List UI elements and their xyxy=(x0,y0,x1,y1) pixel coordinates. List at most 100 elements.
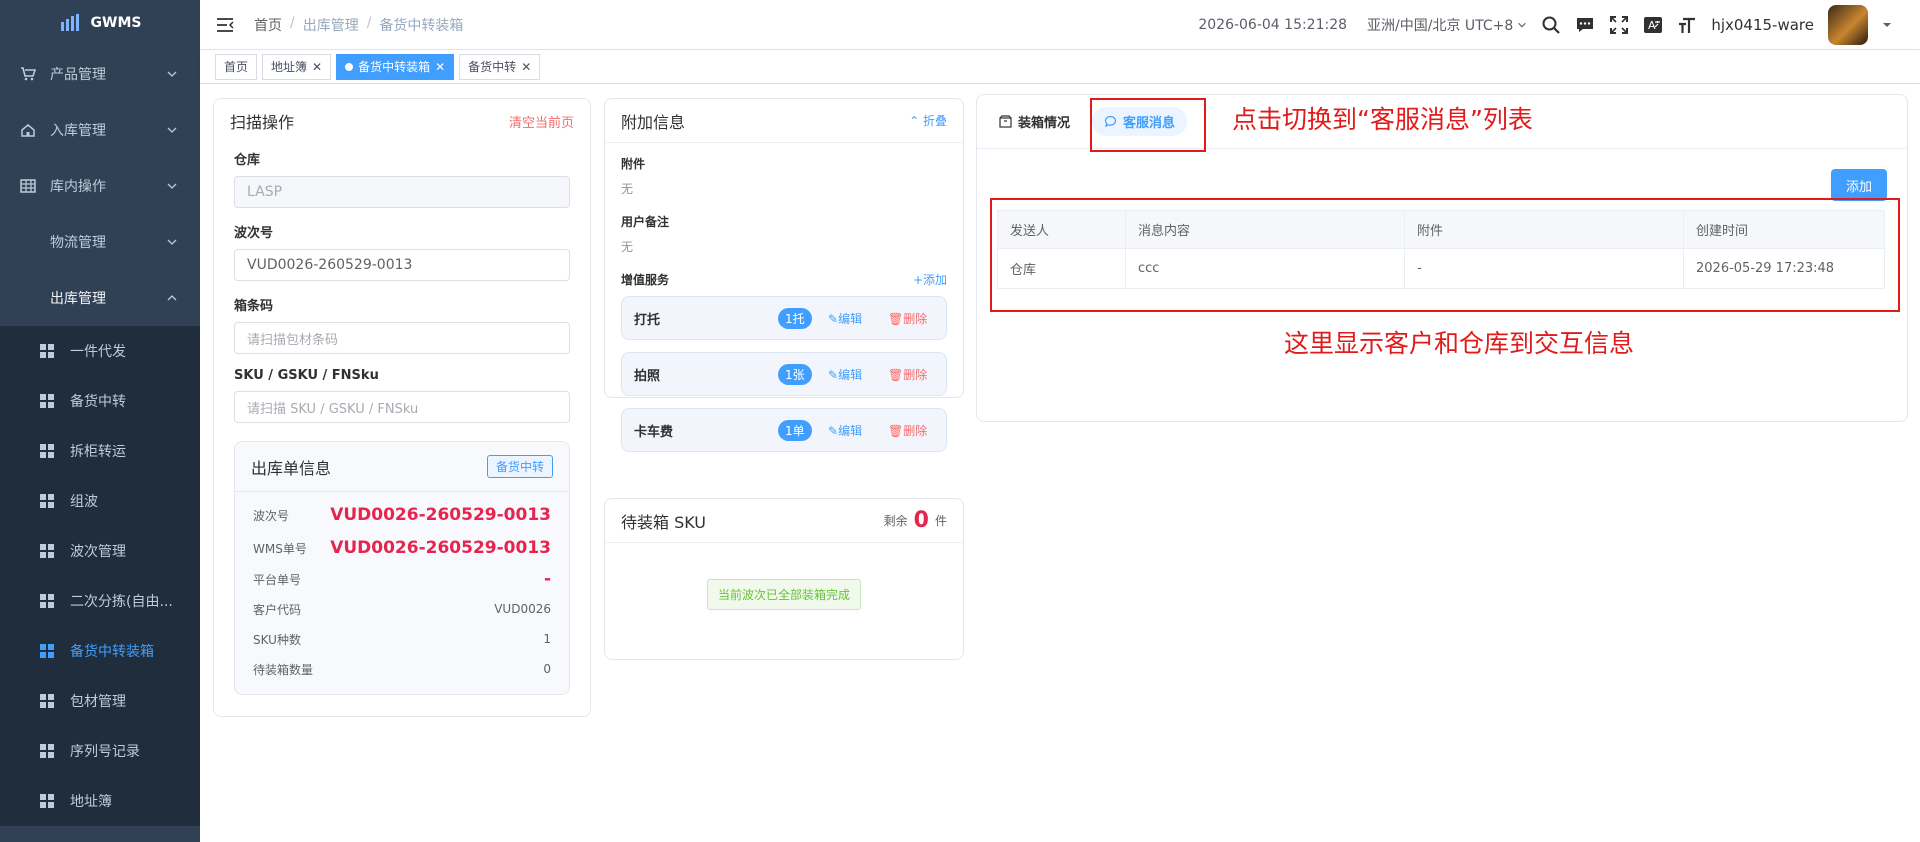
sidebar-item-address-book[interactable]: 地址簿 xyxy=(0,776,200,826)
close-icon[interactable]: ✕ xyxy=(521,60,531,74)
sidebar-item-dropship[interactable]: 一件代发 xyxy=(0,326,200,376)
tag-address-book[interactable]: 地址簿 ✕ xyxy=(262,53,332,80)
menu-label: 物流管理 xyxy=(50,235,106,251)
delete-label: 删除 xyxy=(903,367,928,382)
tab-packing-status[interactable]: 装箱情况 xyxy=(999,112,1070,131)
info-value: 1 xyxy=(543,632,551,646)
remaining-count: 剩余 0 件 xyxy=(884,508,947,533)
info-row: 平台单号 - xyxy=(235,564,569,594)
close-icon[interactable]: ✕ xyxy=(312,60,322,74)
clear-page-link[interactable]: 清空当前页 xyxy=(509,112,574,131)
delete-link[interactable]: 🗑删除 xyxy=(888,310,927,327)
sidebar-item-stock-transfer[interactable]: 备货中转 xyxy=(0,376,200,426)
edit-label: 编辑 xyxy=(838,311,863,326)
wave-input[interactable]: VUD0026-260529-0013 xyxy=(234,249,570,281)
avatar[interactable] xyxy=(1828,5,1868,45)
sub-item-label: 组波 xyxy=(70,494,98,510)
logo-icon xyxy=(60,14,79,31)
sku-label: SKU / GSKU / FNSku xyxy=(234,368,379,383)
sidebar-item-serial-records[interactable]: 序列号记录 xyxy=(0,726,200,776)
pending-sku-title: 待装箱 SKU xyxy=(621,512,707,532)
wave-label: 波次号 xyxy=(234,226,274,241)
grid-icon xyxy=(40,744,54,758)
menu-inbound[interactable]: 入库管理 xyxy=(0,102,200,158)
main-content: 扫描操作 清空当前页 仓库 LASP 波次号 VUD0026-260529-00… xyxy=(200,84,1920,842)
breadcrumb: 首页 / 出库管理 / 备货中转装箱 xyxy=(254,15,463,35)
search-icon[interactable] xyxy=(1541,15,1561,35)
pending-sku-card: 待装箱 SKU 剩余 0 件 当前波次已全部装箱完成 xyxy=(604,498,964,660)
menu-inventory[interactable]: 库内操作 xyxy=(0,158,200,214)
font-size-icon[interactable] xyxy=(1677,15,1697,35)
chevron-down-icon xyxy=(167,127,177,133)
delete-link[interactable]: 🗑删除 xyxy=(888,422,927,439)
sidebar-item-secondary-sort[interactable]: 二次分拣(自由... xyxy=(0,576,200,626)
delete-label: 删除 xyxy=(903,423,928,438)
sidebar-item-wave-management[interactable]: 波次管理 xyxy=(0,526,200,576)
menu-label: 出库管理 xyxy=(50,291,106,307)
sub-item-label: 序列号记录 xyxy=(70,744,140,760)
datetime: 2026-06-04 15:21:28 xyxy=(1198,17,1348,33)
username[interactable]: hjx0415-ware xyxy=(1711,16,1814,34)
sidebar: GWMS 产品管理 入库管理 库内操作 物流管理 出库管理 一件代发 备货中转 … xyxy=(0,0,200,842)
chevron-up-icon: ⌃ xyxy=(909,114,923,128)
sidebar-item-packaging[interactable]: 包材管理 xyxy=(0,676,200,726)
sidebar-item-devanning[interactable]: 拆柜转运 xyxy=(0,426,200,476)
edit-label: 编辑 xyxy=(838,367,863,382)
grid-icon xyxy=(40,344,54,358)
menu-logistics[interactable]: 物流管理 xyxy=(0,214,200,270)
breadcrumb-separator: / xyxy=(366,14,372,31)
cart-icon xyxy=(20,66,36,82)
tag-transfer-packing[interactable]: 备货中转装箱 ✕ xyxy=(336,53,455,80)
grid-icon xyxy=(20,290,36,306)
info-value: VUD0026-260529-0013 xyxy=(330,505,551,525)
message-icon[interactable] xyxy=(1575,15,1595,35)
sub-item-label: 备货中转 xyxy=(70,394,126,410)
sidebar-item-wave-group[interactable]: 组波 xyxy=(0,476,200,526)
outbound-info-title: 出库单信息 xyxy=(251,458,332,478)
add-message-button[interactable]: 添加 xyxy=(1830,169,1887,201)
tag-stock-transfer[interactable]: 备货中转 ✕ xyxy=(459,53,541,80)
chevron-down-icon xyxy=(167,183,177,189)
language-icon[interactable]: A xyxy=(1643,15,1663,35)
delete-link[interactable]: 🗑删除 xyxy=(888,366,927,383)
sub-item-label: 拆柜转运 xyxy=(70,444,126,460)
breadcrumb-separator: / xyxy=(290,14,295,31)
pending-sku-header: 待装箱 SKU 剩余 0 件 xyxy=(605,499,963,543)
menu-outbound[interactable]: 出库管理 xyxy=(0,270,200,326)
info-key: 平台单号 xyxy=(253,572,302,587)
attachment-value: 无 xyxy=(621,182,634,196)
add-service-link[interactable]: +添加 xyxy=(913,271,947,288)
tag-label: 首页 xyxy=(224,60,249,74)
trash-icon: 🗑 xyxy=(888,367,904,382)
timezone-select[interactable]: 亚洲/中国/北京 UTC+8 xyxy=(1367,15,1527,35)
tag-home[interactable]: 首页 xyxy=(215,53,258,80)
edit-link[interactable]: ✎编辑 xyxy=(828,422,862,439)
grid-icon xyxy=(40,594,54,608)
sku-input[interactable]: 请扫描 SKU / GSKU / FNSku xyxy=(234,391,570,423)
menu-product[interactable]: 产品管理 xyxy=(0,46,200,102)
hamburger-icon[interactable] xyxy=(216,17,234,33)
menu-label: 产品管理 xyxy=(50,67,106,83)
chevron-up-icon xyxy=(167,295,177,301)
info-key: 待装箱数量 xyxy=(253,662,314,677)
box-icon xyxy=(999,115,1012,128)
tab-label: 装箱情况 xyxy=(1018,116,1071,131)
edit-icon: ✎ xyxy=(828,311,839,326)
tag-label: 地址簿 xyxy=(271,60,308,74)
edit-link[interactable]: ✎编辑 xyxy=(828,366,862,383)
box-barcode-input[interactable]: 请扫描包材条码 xyxy=(234,322,570,354)
breadcrumb-home[interactable]: 首页 xyxy=(254,15,282,35)
fold-link[interactable]: ⌃ 折叠 xyxy=(909,112,947,129)
grid-icon xyxy=(40,444,54,458)
close-icon[interactable]: ✕ xyxy=(435,60,445,74)
pending-sku-body: 当前波次已全部装箱完成 xyxy=(605,543,963,610)
info-key: 波次号 xyxy=(253,508,290,523)
tag-label: 备货中转 xyxy=(468,60,517,74)
caret-down-icon[interactable] xyxy=(1882,20,1892,30)
fullscreen-icon[interactable] xyxy=(1609,15,1629,35)
service-qty-badge: 1张 xyxy=(778,363,812,385)
sub-item-label: 波次管理 xyxy=(70,544,126,560)
edit-link[interactable]: ✎编辑 xyxy=(828,310,862,327)
sidebar-item-transfer-packing[interactable]: 备货中转装箱 xyxy=(0,626,200,676)
chevron-down-icon xyxy=(167,71,177,77)
